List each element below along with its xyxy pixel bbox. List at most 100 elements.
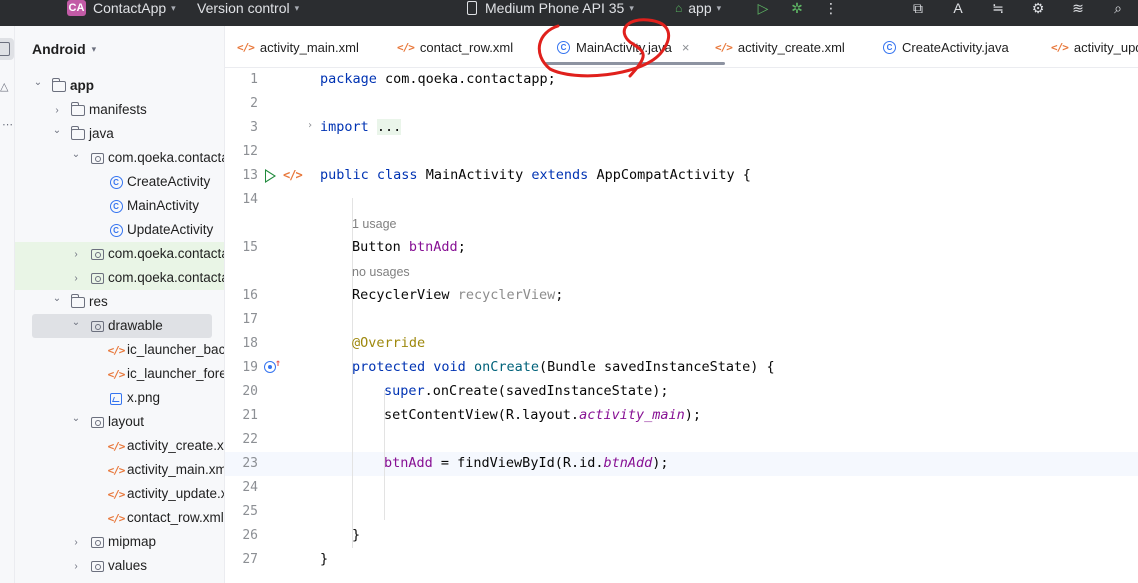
project-selector[interactable]: ContactApp ▾ (93, 0, 176, 16)
folded-imports[interactable]: ... (376, 119, 402, 135)
editor-tab[interactable]: C CreateActivity.java (883, 26, 1009, 67)
tree-item[interactable]: ⌄ com.qoeka.contactapp (15, 146, 224, 170)
tree-item[interactable]: </>ic_launcher_background.xml (15, 338, 224, 362)
tree-item[interactable]: </>ic_launcher_foreground.xml (15, 362, 224, 386)
package-icon (90, 153, 104, 164)
code-token: AppCompatActivity { (596, 167, 751, 183)
xml-file-icon: </> (107, 488, 126, 501)
tree-item-label: com.qoeka.contactapp (test) (108, 270, 224, 285)
chevron-down-icon[interactable]: ⌄ (71, 413, 81, 424)
more-actions-icon[interactable]: ⋮ (821, 0, 841, 16)
tree-item[interactable]: ⌄ java (15, 122, 224, 146)
chevron-down-icon[interactable]: ⌄ (33, 77, 43, 88)
tree-item[interactable]: </> activity_main.xml (15, 458, 224, 482)
run-config-selector[interactable]: ⌂ app ▾ (675, 0, 721, 16)
tree-item[interactable]: › mipmap (15, 530, 224, 554)
java-class-icon: C (109, 224, 123, 237)
editor-tab[interactable]: </> activity_update.xml (1051, 26, 1138, 67)
device-selector[interactable]: Medium Phone API 35 ▾ (467, 0, 634, 16)
line-number: 17 (242, 312, 258, 327)
chevron-down-icon[interactable]: ⌄ (52, 293, 62, 304)
main-menu-icon[interactable] (30, 2, 46, 14)
translate-icon[interactable]: A (948, 0, 968, 16)
tree-item[interactable]: ⌄ res (15, 290, 224, 314)
tree-item[interactable]: ⌄ drawable (15, 314, 224, 338)
chevron-down-icon[interactable]: ⌄ (71, 317, 81, 328)
code-token: activity_main (579, 407, 685, 423)
code-token: public (320, 167, 369, 183)
line-number: 13 (242, 168, 258, 183)
tree-item[interactable]: › com.qoeka.contactapp (test) (15, 266, 224, 290)
code-token: = findViewById(R.id. (432, 455, 604, 471)
tree-item[interactable]: ⌄ app (15, 74, 224, 98)
tree-item[interactable]: › manifests (15, 98, 224, 122)
chevron-down-icon: ▾ (716, 3, 722, 13)
code-line-13: public class MainActivity extends AppCom… (320, 167, 751, 183)
tree-item[interactable]: C CreateActivity (15, 170, 224, 194)
chevron-down-icon[interactable]: ⌄ (52, 125, 62, 136)
tree-item-icon (90, 320, 104, 333)
code-line-23: btnAdd = findViewById(R.id.btnAdd); (384, 455, 669, 471)
tree-item[interactable]: x.png (15, 386, 224, 410)
code-token: com.qoeka.contactapp; (376, 71, 556, 87)
tree-item-label: MainActivity (127, 198, 200, 213)
debug-icon[interactable]: ✲ (787, 0, 807, 16)
editor-tab[interactable]: </> activity_main.xml (237, 26, 359, 67)
tree-item[interactable]: ⌄ layout (15, 410, 224, 434)
chevron-down-icon[interactable]: ⌄ (71, 149, 81, 160)
code-token: btnAdd (408, 239, 458, 255)
code-editor[interactable]: 1 2 3 12 13 14 15 16 17 18 19 20 21 22 23 24 25 26 27 › </… (225, 68, 1138, 583)
tree-item-icon (70, 102, 85, 117)
tree-item-label: java (89, 126, 114, 141)
project-view-selector[interactable]: Android ▾ (32, 41, 96, 57)
run-icon[interactable]: ▷ (753, 0, 773, 16)
code-token: (Bundle savedInstanceState) { (538, 359, 775, 375)
tree-item-label: drawable (108, 318, 163, 333)
editor-tab[interactable]: </> activity_create.xml (715, 26, 845, 67)
tree-item[interactable]: </>activity_update.xml (15, 482, 224, 506)
tab-icon: </> (1051, 41, 1069, 54)
device-manager-icon[interactable]: ⧉ (908, 0, 928, 16)
profiler-icon[interactable]: ≋ (1068, 0, 1088, 16)
tree-item-icon: </> (108, 368, 126, 381)
chevron-right-icon[interactable]: › (71, 273, 81, 284)
code-token: super (384, 383, 425, 399)
tree-item[interactable]: </> contact_row.xml (15, 506, 224, 530)
resource-manager-icon[interactable]: △ (0, 80, 8, 93)
tree-item[interactable]: › values (15, 554, 224, 578)
java-class-icon: C (109, 176, 123, 189)
line-number: 22 (242, 432, 258, 447)
tree-item[interactable]: </>activity_create.xml (15, 434, 224, 458)
tree-item[interactable]: › com.qoeka.contactapp (androidTest) (15, 242, 224, 266)
line-number: 12 (242, 144, 258, 159)
tree-item-icon (90, 536, 104, 549)
chevron-right-icon[interactable]: › (71, 561, 81, 572)
usage-hint[interactable]: 1 usage (352, 217, 396, 231)
usage-hint[interactable]: no usages (352, 265, 410, 279)
related-xml-icon[interactable]: </> (283, 168, 303, 182)
tree-item-icon: </> (107, 488, 126, 501)
close-icon[interactable]: × (682, 40, 690, 55)
editor-tab[interactable]: C MainActivity.java × (544, 26, 726, 67)
more-tools-icon[interactable]: ⋯ (2, 118, 13, 131)
project-tool-icon[interactable] (0, 42, 10, 56)
tree-item-label: values (108, 558, 148, 573)
chevron-right-icon[interactable]: › (71, 249, 81, 260)
fold-expand-icon[interactable]: › (307, 120, 313, 131)
title-bar: CA ContactApp ▾ Version control ▾ Medium… (0, 0, 1138, 26)
chevron-down-icon: ▾ (171, 3, 176, 13)
image-file-icon (110, 392, 122, 405)
run-gutter-icon[interactable] (265, 169, 276, 183)
chevron-right-icon[interactable]: › (52, 105, 62, 116)
tree-item[interactable]: C MainActivity (15, 194, 224, 218)
search-icon[interactable]: ⌕ (1108, 0, 1128, 16)
sync-icon[interactable]: ≒ (988, 0, 1008, 16)
vcs-menu[interactable]: Version control ▾ (197, 0, 299, 16)
editor-tab[interactable]: </> contact_row.xml (397, 26, 513, 67)
settings-icon[interactable]: ⚙ (1028, 0, 1048, 16)
code-token: @Override (352, 335, 426, 351)
chevron-right-icon[interactable]: › (71, 537, 81, 548)
code-token: Button (352, 239, 401, 255)
tree-item-icon (90, 272, 104, 285)
tree-item[interactable]: C UpdateActivity (15, 218, 224, 242)
